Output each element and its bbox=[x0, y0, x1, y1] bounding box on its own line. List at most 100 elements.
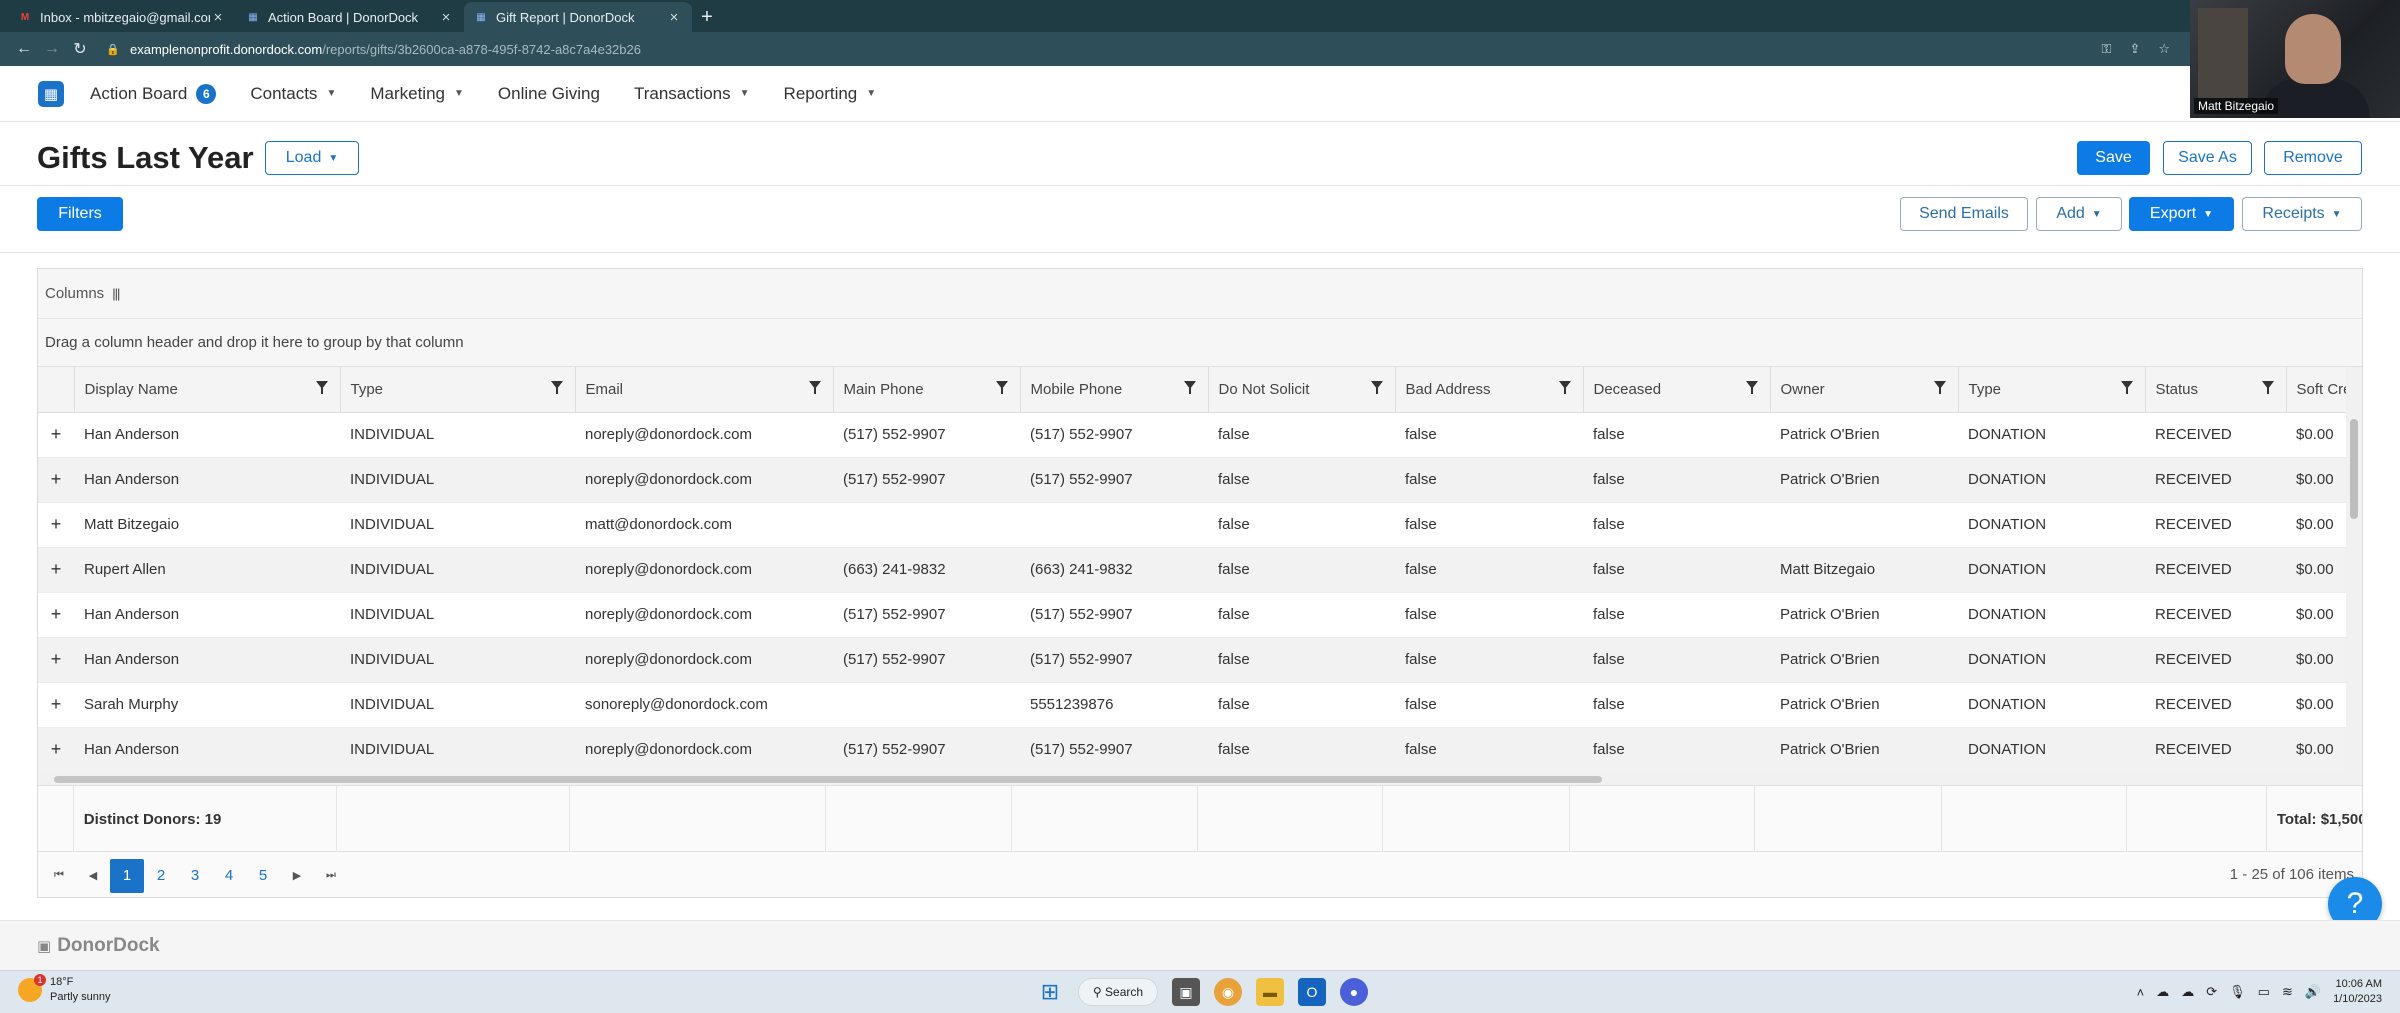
wifi-icon[interactable]: ≋ bbox=[2282, 984, 2293, 1000]
key-icon[interactable]: ⚿ bbox=[2102, 41, 2112, 57]
donordock-logo-icon[interactable]: ▦ bbox=[38, 80, 64, 107]
clock[interactable]: 10:06 AM 1/10/2023 bbox=[2333, 977, 2382, 1007]
column-header[interactable]: Bad Address bbox=[1395, 367, 1584, 413]
table-row[interactable]: + Han Anderson INDIVIDUAL noreply@donordock… bbox=[38, 727, 2348, 772]
volume-icon[interactable]: 🔊 bbox=[2305, 984, 2321, 1000]
filter-icon[interactable] bbox=[1370, 381, 1383, 394]
expand-row-icon[interactable]: + bbox=[38, 637, 74, 683]
filter-icon[interactable] bbox=[2261, 381, 2274, 394]
bookmark-icon[interactable]: ☆ bbox=[2158, 41, 2170, 57]
nav-marketing[interactable]: Marketing ▼ bbox=[370, 84, 464, 104]
export-button[interactable]: Export ▼ bbox=[2129, 197, 2234, 231]
save-as-button[interactable]: Save As bbox=[2163, 141, 2252, 175]
column-header[interactable]: Email bbox=[575, 367, 834, 413]
table-row[interactable]: + Han Anderson INDIVIDUAL noreply@donordock… bbox=[38, 457, 2348, 503]
save-button[interactable]: Save bbox=[2077, 141, 2150, 175]
filter-icon[interactable] bbox=[2120, 381, 2133, 394]
nav-reporting[interactable]: Reporting ▼ bbox=[784, 84, 877, 104]
column-header[interactable]: Owner bbox=[1770, 367, 1959, 413]
send-emails-button[interactable]: Send Emails bbox=[1900, 197, 2028, 231]
next-page-icon[interactable]: ▶ bbox=[280, 859, 314, 893]
column-header[interactable]: Soft Credit... bbox=[2286, 367, 2348, 413]
task-view-icon[interactable]: ▣ bbox=[1172, 978, 1200, 1006]
prev-page-icon[interactable]: ◀ bbox=[76, 859, 110, 893]
filter-icon[interactable] bbox=[1933, 381, 1946, 394]
column-header[interactable]: Do Not Solicit bbox=[1208, 367, 1396, 413]
first-page-icon[interactable]: ⏮ bbox=[42, 859, 76, 893]
close-icon[interactable]: × bbox=[438, 9, 454, 26]
page-5-button[interactable]: 5 bbox=[246, 859, 280, 893]
microphone-icon[interactable]: 🎙 bbox=[2229, 984, 2246, 1000]
nav-contacts[interactable]: Contacts ▼ bbox=[250, 84, 336, 104]
tab-gift-report[interactable]: ▦ Gift Report | DonorDock × bbox=[464, 2, 692, 32]
column-header[interactable]: Deceased bbox=[1583, 367, 1771, 413]
nav-action-board[interactable]: Action Board 6 bbox=[90, 83, 217, 104]
column-header[interactable]: Type bbox=[340, 367, 576, 413]
expand-row-icon[interactable]: + bbox=[38, 412, 74, 458]
windows-start-icon[interactable]: ⊞ bbox=[1036, 978, 1064, 1006]
cloud-icon[interactable]: ☁ bbox=[2156, 984, 2169, 1000]
filter-icon[interactable] bbox=[1745, 381, 1758, 394]
filter-icon[interactable] bbox=[315, 381, 328, 394]
forward-icon[interactable]: → bbox=[38, 40, 66, 58]
back-icon[interactable]: ← bbox=[10, 40, 38, 58]
add-button[interactable]: Add ▼ bbox=[2036, 197, 2122, 231]
filters-button[interactable]: Filters bbox=[37, 197, 123, 231]
scroll-thumb[interactable] bbox=[54, 776, 1602, 783]
file-explorer-icon[interactable]: ▬ bbox=[1256, 978, 1284, 1006]
filter-icon[interactable] bbox=[1183, 381, 1196, 394]
last-page-icon[interactable]: ⏭ bbox=[314, 859, 348, 893]
expand-row-icon[interactable]: + bbox=[38, 682, 74, 728]
horizontal-scrollbar[interactable] bbox=[38, 772, 2362, 786]
scroll-thumb[interactable] bbox=[2350, 419, 2358, 519]
tab-action-board[interactable]: ▦ Action Board | DonorDock × bbox=[236, 2, 464, 32]
onedrive-icon[interactable]: ☁ bbox=[2181, 984, 2194, 1000]
sync-icon[interactable]: ⟳ bbox=[2206, 984, 2217, 1000]
expand-row-icon[interactable]: + bbox=[38, 547, 74, 593]
taskbar-search[interactable]: ⚲ Search bbox=[1078, 978, 1158, 1006]
expand-row-icon[interactable]: + bbox=[38, 592, 74, 638]
page-3-button[interactable]: 3 bbox=[178, 859, 212, 893]
load-button[interactable]: Load ▼ bbox=[265, 141, 359, 175]
new-tab-button[interactable]: + bbox=[692, 2, 722, 32]
share-icon[interactable]: ⇪ bbox=[2129, 41, 2140, 57]
column-header[interactable]: Display Name bbox=[74, 367, 341, 413]
group-drop-zone[interactable]: Drag a column header and drop it here to… bbox=[38, 319, 2362, 367]
table-row[interactable]: + Matt Bitzegaio INDIVIDUAL matt@donordock.… bbox=[38, 502, 2348, 548]
close-icon[interactable]: × bbox=[210, 9, 226, 26]
chrome-icon[interactable]: ◉ bbox=[1214, 978, 1242, 1006]
expand-row-icon[interactable]: + bbox=[38, 457, 74, 503]
url-field[interactable]: 🔒 examplenonprofit.donordock.com /report… bbox=[106, 42, 641, 57]
columns-toolbar[interactable]: Columns ||| bbox=[38, 269, 2362, 319]
outlook-icon[interactable]: O bbox=[1298, 978, 1326, 1006]
filter-icon[interactable] bbox=[1558, 381, 1571, 394]
nav-transactions[interactable]: Transactions ▼ bbox=[634, 84, 750, 104]
nav-online-giving[interactable]: Online Giving bbox=[498, 84, 600, 104]
filter-icon[interactable] bbox=[995, 381, 1008, 394]
page-2-button[interactable]: 2 bbox=[144, 859, 178, 893]
table-row[interactable]: + Han Anderson INDIVIDUAL noreply@donordock… bbox=[38, 592, 2348, 638]
chevron-up-icon[interactable]: ˄ bbox=[2137, 985, 2145, 1000]
column-header[interactable]: Status bbox=[2145, 367, 2287, 413]
remove-button[interactable]: Remove bbox=[2264, 141, 2362, 175]
tab-gmail[interactable]: M Inbox - mbitzegaio@gmail.com × bbox=[8, 2, 236, 32]
close-icon[interactable]: × bbox=[666, 9, 682, 26]
column-header[interactable]: Mobile Phone bbox=[1020, 367, 1209, 413]
column-header[interactable]: Main Phone bbox=[833, 367, 1021, 413]
columns-icon[interactable]: ||| bbox=[112, 286, 120, 301]
filter-icon[interactable] bbox=[550, 381, 563, 394]
page-1-button[interactable]: 1 bbox=[110, 858, 144, 893]
expand-row-icon[interactable]: + bbox=[38, 727, 74, 772]
expand-row-icon[interactable]: + bbox=[38, 502, 74, 548]
receipts-button[interactable]: Receipts ▼ bbox=[2242, 197, 2362, 231]
column-header[interactable]: Type bbox=[1958, 367, 2146, 413]
page-4-button[interactable]: 4 bbox=[212, 859, 246, 893]
table-row[interactable]: + Han Anderson INDIVIDUAL noreply@donordock… bbox=[38, 637, 2348, 683]
weather-widget[interactable]: 1 18°F Partly sunny bbox=[18, 974, 111, 1005]
vertical-scrollbar[interactable] bbox=[2346, 367, 2362, 772]
table-row[interactable]: + Rupert Allen INDIVIDUAL noreply@donordock… bbox=[38, 547, 2348, 593]
zoom-icon[interactable]: ● bbox=[1340, 978, 1368, 1006]
filter-icon[interactable] bbox=[808, 381, 821, 394]
table-row[interactable]: + Han Anderson INDIVIDUAL noreply@donordock… bbox=[38, 412, 2348, 458]
display-icon[interactable]: ▭ bbox=[2258, 984, 2270, 1000]
